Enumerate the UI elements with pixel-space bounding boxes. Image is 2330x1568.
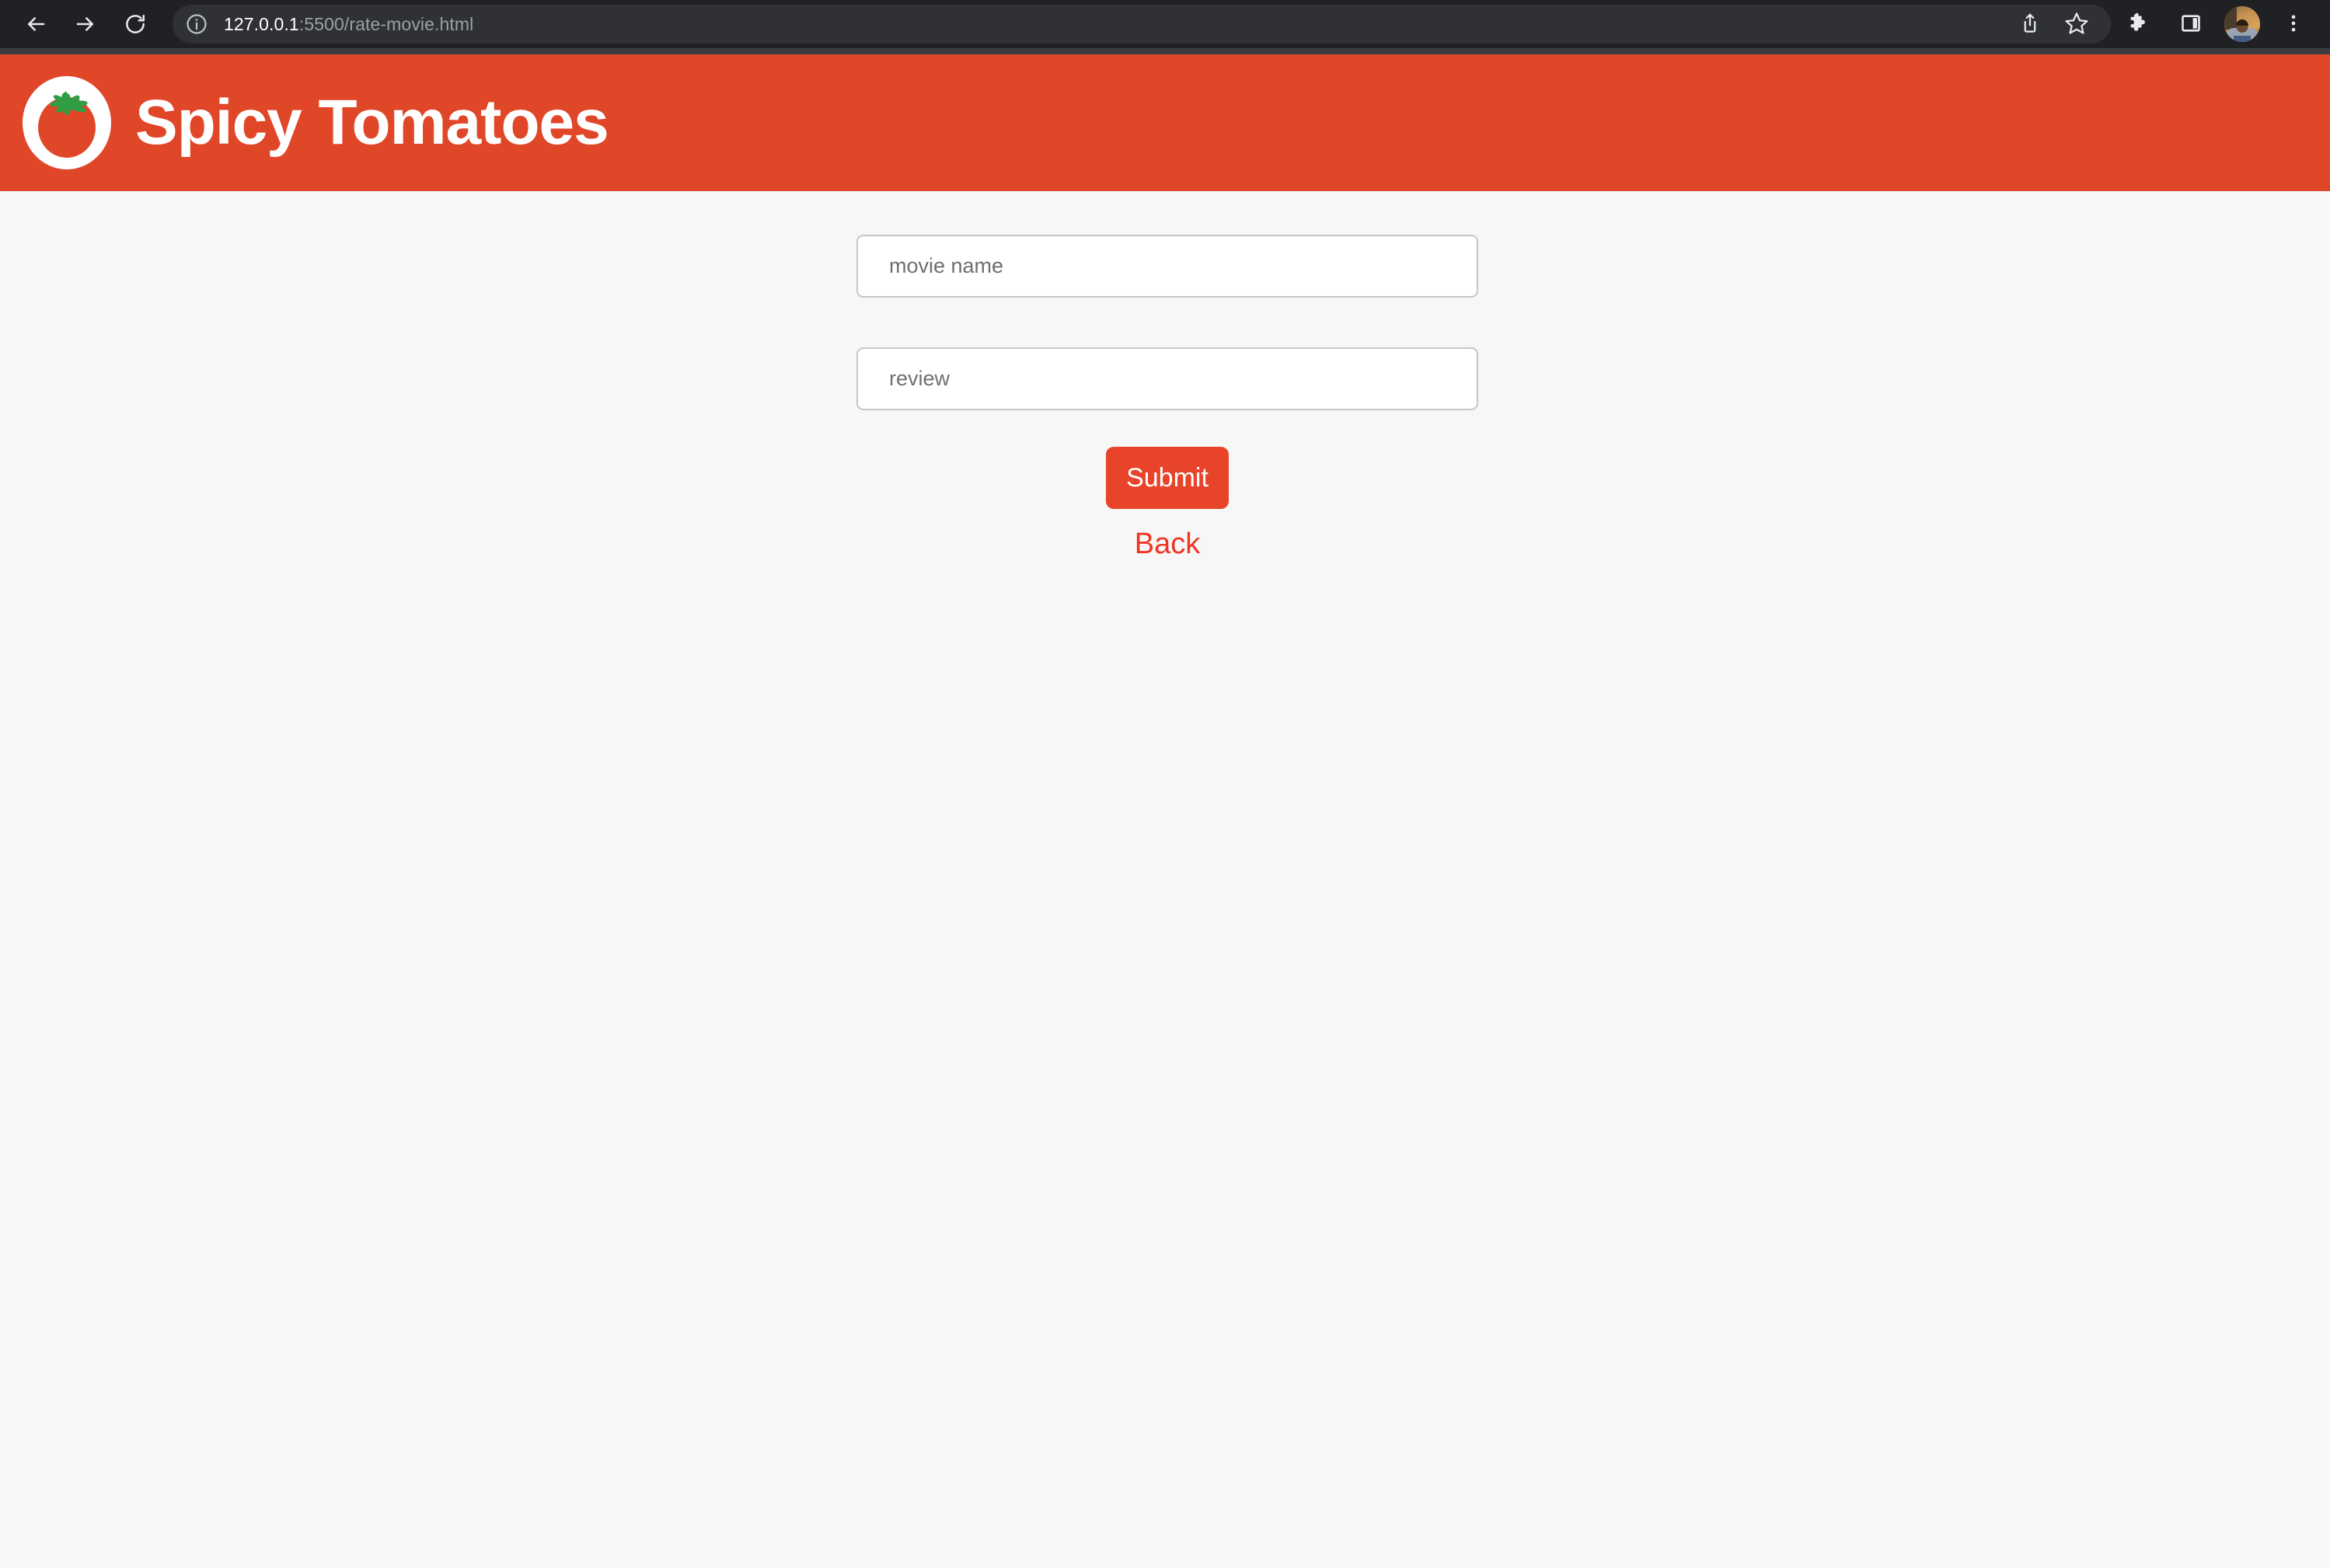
arrow-right-icon [74, 12, 97, 36]
side-panel-icon [2180, 12, 2202, 37]
back-button[interactable] [11, 0, 61, 48]
avatar[interactable] [2224, 6, 2260, 42]
chrome-menu-button[interactable] [2269, 0, 2318, 48]
url-text[interactable]: 127.0.0.1:5500/rate-movie.html [221, 14, 2008, 35]
browser-toolbar: 127.0.0.1:5500/rate-movie.html [0, 0, 2330, 48]
arrow-left-icon [24, 12, 47, 36]
share-button[interactable] [2008, 5, 2052, 44]
browser-right-actions [2114, 0, 2330, 48]
bookmark-button[interactable] [2055, 5, 2098, 44]
back-link[interactable]: Back [1135, 528, 1200, 561]
extensions-button[interactable] [2114, 0, 2162, 48]
site-header: Spicy Tomatoes [0, 54, 2330, 191]
share-icon [2018, 12, 2042, 37]
omnibox-actions [2008, 5, 2106, 44]
submit-row: Submit [856, 447, 1478, 509]
star-icon [2064, 11, 2089, 38]
avatar-wall [2224, 6, 2237, 30]
back-row: Back [856, 528, 1478, 561]
site-info-icon[interactable] [173, 5, 221, 44]
forward-button[interactable] [61, 0, 110, 48]
avatar-shirt-stripe [2234, 36, 2251, 42]
field-spacer [856, 298, 1478, 347]
reload-button[interactable] [110, 0, 160, 48]
three-dot-menu-icon [2283, 12, 2304, 37]
review-input[interactable] [856, 347, 1478, 410]
puzzle-piece-icon [2126, 12, 2150, 37]
url-path: :5500/rate-movie.html [298, 13, 474, 34]
rate-movie-form: Submit Back [856, 235, 1478, 561]
reload-icon [124, 12, 147, 36]
tomato-logo-icon [17, 73, 117, 172]
url-host: 127.0.0.1 [224, 13, 299, 34]
address-bar[interactable]: 127.0.0.1:5500/rate-movie.html [173, 5, 2111, 44]
movie-name-input[interactable] [856, 235, 1478, 298]
browser-nav-buttons [0, 0, 160, 48]
side-panel-button[interactable] [2167, 0, 2215, 48]
submit-button[interactable]: Submit [1106, 447, 1229, 509]
toolbar-bottom-strip [0, 48, 2330, 54]
page-content: Submit Back [0, 191, 2330, 1568]
page-title: Spicy Tomatoes [135, 87, 609, 158]
